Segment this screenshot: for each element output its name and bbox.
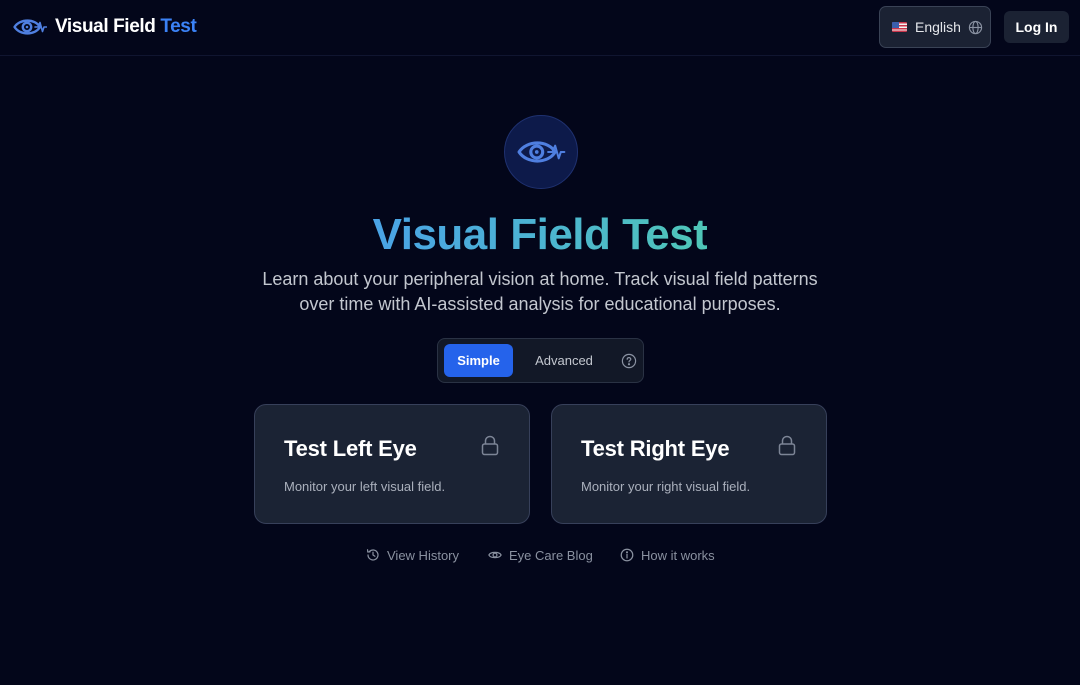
- card-title: Test Right Eye: [581, 436, 730, 461]
- link-label: View History: [387, 547, 460, 563]
- lock-icon: [778, 435, 796, 456]
- page-title: Visual Field Test: [0, 207, 1080, 263]
- us-flag-icon: [892, 22, 907, 32]
- language-label: English: [915, 19, 961, 35]
- brand-name-accent: Test: [160, 16, 197, 37]
- question-circle-icon[interactable]: [621, 353, 637, 369]
- how-it-works-link[interactable]: How it works: [620, 544, 715, 566]
- login-button[interactable]: Log In: [1004, 11, 1069, 43]
- footer-links: View History Eye Care Blog How it works: [0, 544, 1080, 566]
- link-label: Eye Care Blog: [509, 547, 593, 563]
- eye-pulse-icon: [13, 15, 47, 39]
- card-description: Monitor your right visual field.: [581, 479, 751, 494]
- brand-name: Visual Field Test: [55, 16, 197, 38]
- hero-logo: [504, 115, 578, 189]
- info-circle-icon: [620, 548, 634, 562]
- test-right-eye-card[interactable]: Test Right Eye Monitor your right visual…: [551, 404, 827, 524]
- view-history-link[interactable]: View History: [366, 544, 459, 566]
- page: Visual Field Test English Log In Visual …: [0, 0, 1080, 685]
- language-selector[interactable]: English: [879, 6, 991, 48]
- lock-icon: [481, 435, 499, 456]
- eye-icon: [488, 548, 502, 562]
- globe-icon: [968, 20, 983, 35]
- card-description: Monitor your left visual field.: [284, 479, 446, 494]
- test-left-eye-card[interactable]: Test Left Eye Monitor your left visual f…: [254, 404, 530, 524]
- top-header: Visual Field Test English Log In: [0, 0, 1080, 56]
- brand-logo[interactable]: Visual Field Test: [13, 13, 197, 41]
- brand-name-primary: Visual Field: [55, 16, 156, 37]
- history-icon: [366, 548, 380, 562]
- eye-care-blog-link[interactable]: Eye Care Blog: [488, 544, 593, 566]
- mode-toggle: Simple Advanced: [437, 338, 644, 383]
- mode-simple-button[interactable]: Simple: [444, 344, 513, 377]
- eye-pulse-icon: [513, 135, 569, 169]
- link-label: How it works: [641, 547, 715, 563]
- page-subtitle: Learn about your peripheral vision at ho…: [262, 269, 818, 314]
- mode-advanced-button[interactable]: Advanced: [526, 344, 602, 377]
- card-title: Test Left Eye: [284, 436, 417, 461]
- page-title-text: Visual Field Test: [372, 210, 708, 259]
